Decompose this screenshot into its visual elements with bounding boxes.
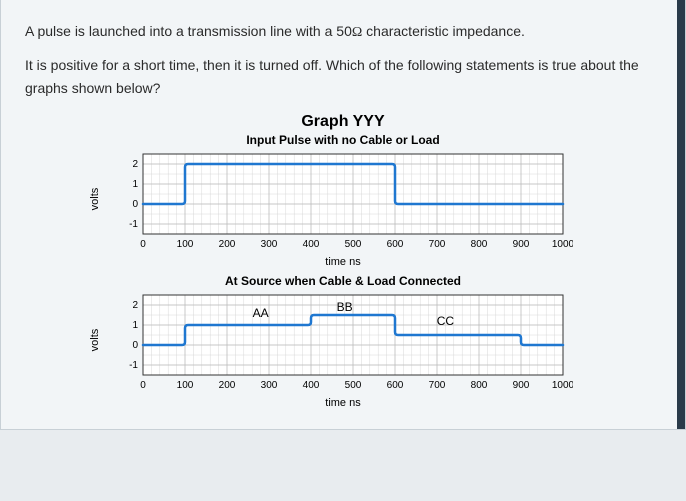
q-line1-suffix: characteristic impedance. <box>362 23 525 39</box>
impedance-value: 50 <box>336 23 352 39</box>
svg-text:2: 2 <box>132 300 138 311</box>
svg-text:100: 100 <box>177 380 194 390</box>
svg-text:700: 700 <box>429 380 446 390</box>
graph-block: Graph YYY Input Pulse with no Cable or L… <box>25 113 661 409</box>
svg-text:1: 1 <box>132 179 138 190</box>
svg-text:900: 900 <box>513 380 530 390</box>
svg-text:800: 800 <box>471 380 488 390</box>
svg-text:600: 600 <box>387 239 404 249</box>
chart2-ylabel: volts <box>89 329 101 352</box>
question-text: A pulse is launched into a transmission … <box>25 20 661 99</box>
q-line1-prefix: A pulse is launched into a transmission … <box>25 23 336 39</box>
svg-text:900: 900 <box>513 239 530 249</box>
svg-text:200: 200 <box>219 239 236 249</box>
svg-text:CC: CC <box>437 314 455 328</box>
svg-text:1000: 1000 <box>552 380 573 390</box>
svg-text:600: 600 <box>387 380 404 390</box>
svg-text:AA: AA <box>253 306 269 320</box>
panel-right-border <box>677 0 685 429</box>
svg-text:0: 0 <box>140 380 146 390</box>
svg-text:800: 800 <box>471 239 488 249</box>
svg-text:500: 500 <box>345 380 362 390</box>
chart1-xlabel: time ns <box>25 256 661 268</box>
chart1-svg: 01002003004005006007008009001000-1012 <box>113 149 573 249</box>
chart2-svg: 01002003004005006007008009001000-1012AAB… <box>113 290 573 390</box>
svg-text:400: 400 <box>303 239 320 249</box>
svg-text:1000: 1000 <box>552 239 573 249</box>
svg-text:700: 700 <box>429 239 446 249</box>
svg-text:500: 500 <box>345 239 362 249</box>
svg-text:200: 200 <box>219 380 236 390</box>
svg-text:-1: -1 <box>129 360 138 371</box>
svg-text:1: 1 <box>132 320 138 331</box>
svg-text:2: 2 <box>132 159 138 170</box>
svg-text:0: 0 <box>132 340 138 351</box>
chart2-container: volts 01002003004005006007008009001000-1… <box>113 290 573 390</box>
chart1-ylabel: volts <box>89 188 101 211</box>
q-line2: It is positive for a short time, then it… <box>25 54 661 99</box>
chart1-subtitle: Input Pulse with no Cable or Load <box>25 133 661 147</box>
graph-main-title: Graph YYY <box>25 113 661 131</box>
svg-text:400: 400 <box>303 380 320 390</box>
chart2-xlabel: time ns <box>25 397 661 409</box>
svg-text:300: 300 <box>261 380 278 390</box>
svg-text:-1: -1 <box>129 219 138 230</box>
question-panel: A pulse is launched into a transmission … <box>0 0 686 430</box>
impedance-unit: Ω <box>352 25 362 40</box>
svg-text:300: 300 <box>261 239 278 249</box>
chart1-container: volts 01002003004005006007008009001000-1… <box>113 149 573 249</box>
svg-text:100: 100 <box>177 239 194 249</box>
chart2-subtitle: At Source when Cable & Load Connected <box>25 274 661 288</box>
svg-text:BB: BB <box>337 300 353 314</box>
svg-text:0: 0 <box>132 199 138 210</box>
svg-text:0: 0 <box>140 239 146 249</box>
